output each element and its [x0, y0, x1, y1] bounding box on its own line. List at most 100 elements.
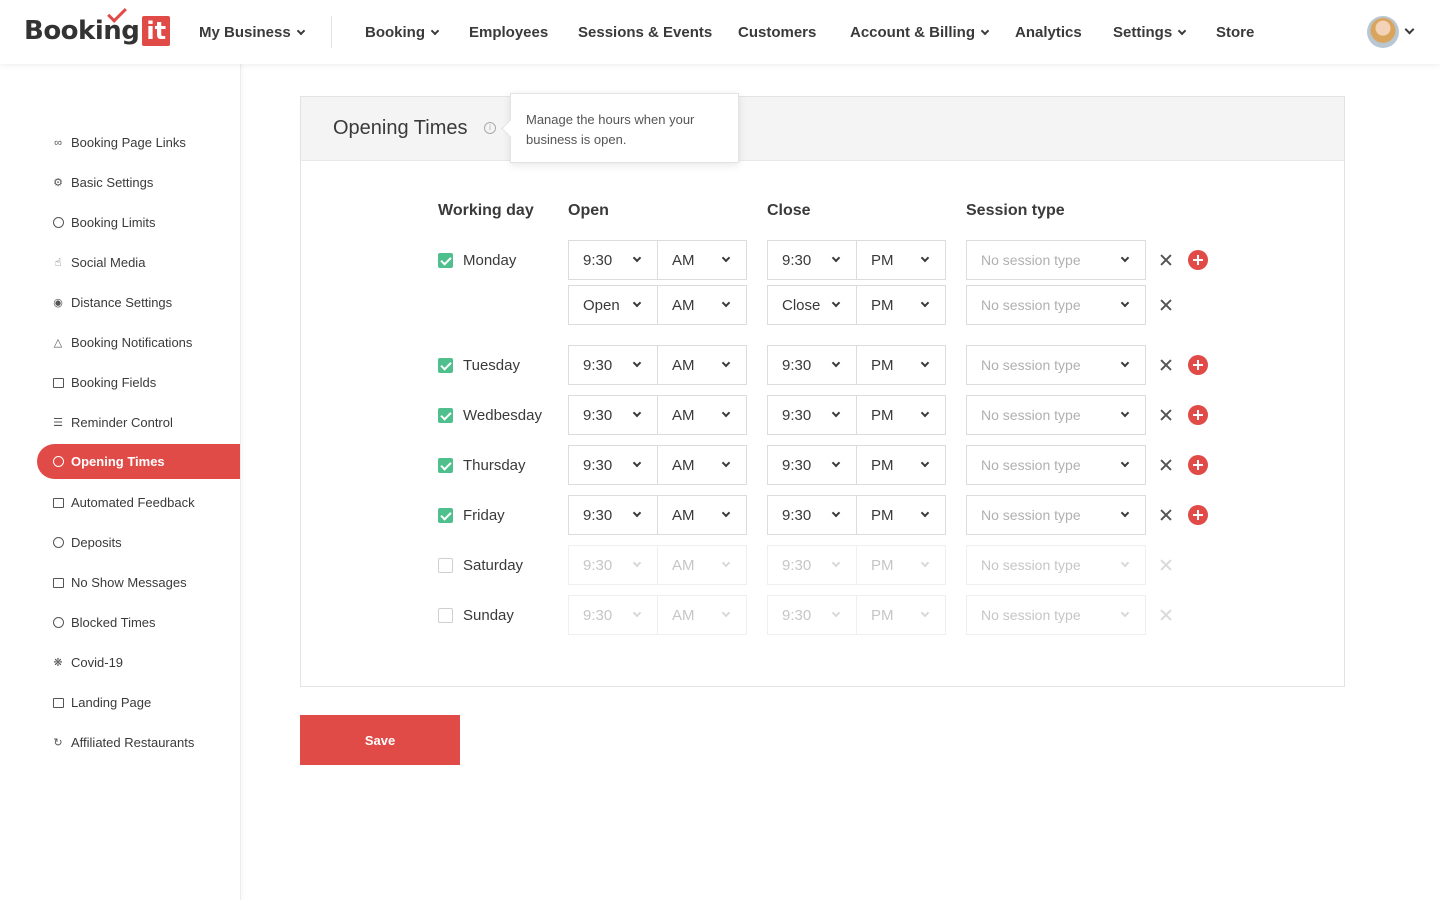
chevron-down-icon [831, 458, 841, 468]
nav-my-business[interactable]: My Business [199, 0, 305, 64]
wednesday-remove-icon[interactable] [1159, 408, 1173, 422]
thursday-open-time-select[interactable]: 9:30 [568, 445, 658, 485]
monday-extra-remove-icon[interactable] [1159, 298, 1173, 312]
sidebar-item-no-show-messages[interactable]: No Show Messages [37, 565, 240, 600]
monday-extra-open-ampm-select[interactable]: AM [657, 285, 747, 325]
thursday-checkbox[interactable] [438, 457, 453, 473]
sidebar-item-booking-page-links[interactable]: ∞ Booking Page Links [37, 125, 240, 160]
select-value: AM [672, 456, 695, 474]
select-value: 9:30 [782, 506, 812, 524]
thursday-add-icon[interactable] [1188, 455, 1208, 475]
tuesday-remove-icon[interactable] [1159, 358, 1173, 372]
nav-settings[interactable]: Settings [1113, 0, 1187, 64]
tooltip-text: Manage the hours when your business is o… [526, 112, 695, 147]
card-header: Opening Times i [301, 97, 1344, 161]
friday-open-ampm-select[interactable]: AM [657, 495, 747, 535]
sidebar-item-booking-limits[interactable]: Booking Limits [37, 205, 240, 240]
chevron-down-icon [721, 458, 731, 468]
alarm-icon [52, 217, 64, 229]
saturday-checkbox[interactable] [438, 557, 453, 573]
sidebar-item-reminder-control[interactable]: ☰ Reminder Control [37, 405, 240, 440]
thursday-open-ampm-select[interactable]: AM [657, 445, 747, 485]
chevron-down-icon [430, 26, 440, 35]
friday-close-ampm-select[interactable]: PM [856, 495, 946, 535]
sidebar-item-automated-feedback[interactable]: Automated Feedback [37, 485, 240, 520]
wednesday-close-ampm-select[interactable]: PM [856, 395, 946, 435]
monday-extra-close-ampm-select[interactable]: PM [856, 285, 946, 325]
thursday-close-time-select[interactable]: 9:30 [767, 445, 857, 485]
sidebar-item-deposits[interactable]: Deposits [37, 525, 240, 560]
monday-extra-open-time-select[interactable]: Open [568, 285, 658, 325]
thursday-session-type-select[interactable]: No session type [966, 445, 1146, 485]
tuesday-add-icon[interactable] [1188, 355, 1208, 375]
tuesday-session-type-select[interactable]: No session type [966, 345, 1146, 385]
wednesday-open-ampm-select[interactable]: AM [657, 395, 747, 435]
select-value: 9:30 [782, 456, 812, 474]
wednesday-open-time-select[interactable]: 9:30 [568, 395, 658, 435]
day-label: Sunday [463, 606, 514, 624]
bell-icon: △ [53, 336, 63, 349]
sidebar-item-affiliated-restaurants[interactable]: ↻ Affiliated Restaurants [37, 725, 240, 760]
friday-add-icon[interactable] [1188, 505, 1208, 525]
select-value: 9:30 [583, 606, 613, 624]
monday-remove-icon[interactable] [1159, 253, 1173, 267]
monday-close-ampm-select[interactable]: PM [856, 240, 946, 280]
friday-checkbox[interactable] [438, 507, 453, 523]
select-value: 9:30 [583, 356, 613, 374]
nav-store[interactable]: Store [1216, 0, 1254, 64]
tuesday-open-time-select[interactable]: 9:30 [568, 345, 658, 385]
sidebar-item-booking-fields[interactable]: Booking Fields [37, 365, 240, 400]
friday-remove-icon[interactable] [1159, 508, 1173, 522]
friday-close-time-select[interactable]: 9:30 [767, 495, 857, 535]
tuesday-checkbox[interactable] [438, 357, 453, 373]
friday-open-time-select[interactable]: 9:30 [568, 495, 658, 535]
sidebar-item-covid-19[interactable]: ❋ Covid-19 [37, 645, 240, 680]
sidebar-item-distance-settings[interactable]: ◉ Distance Settings [37, 285, 240, 320]
wednesday-close-time-select[interactable]: 9:30 [767, 395, 857, 435]
tuesday-open-ampm-select[interactable]: AM [657, 345, 747, 385]
saturday-session-type-select: No session type [966, 545, 1146, 585]
monday-open-ampm-select[interactable]: AM [657, 240, 747, 280]
sliders-icon: ☰ [53, 416, 63, 429]
monday-extra-close-time-select[interactable]: Close [767, 285, 857, 325]
chevron-down-icon [1120, 558, 1130, 568]
booking-it-logo[interactable]: Booking it [24, 3, 171, 48]
save-button[interactable]: Save [300, 715, 460, 765]
sidebar-item-basic-settings[interactable]: ⚙ Basic Settings [37, 165, 240, 200]
nav-employees[interactable]: Employees [469, 0, 548, 64]
sidebar-item-blocked-times[interactable]: Blocked Times [37, 605, 240, 640]
monday-close-time-select[interactable]: 9:30 [767, 240, 857, 280]
user-avatar[interactable] [1367, 16, 1399, 48]
wednesday-checkbox[interactable] [438, 407, 453, 423]
sidebar-item-social-media[interactable]: ☝ Social Media [37, 245, 240, 280]
monday-session-type-select[interactable]: No session type [966, 240, 1146, 280]
monday-open-time-select[interactable]: 9:30 [568, 240, 658, 280]
monday-extra-session-type-select[interactable]: No session type [966, 285, 1146, 325]
sunday-checkbox[interactable] [438, 607, 453, 623]
wednesday-session-type-select[interactable]: No session type [966, 395, 1146, 435]
thursday-remove-icon[interactable] [1159, 458, 1173, 472]
nav-booking[interactable]: Booking [365, 0, 440, 64]
sidebar-item-booking-notifications[interactable]: △ Booking Notifications [37, 325, 240, 360]
sidebar-item-landing-page[interactable]: Landing Page [37, 685, 240, 720]
tuesday-close-time-select[interactable]: 9:30 [767, 345, 857, 385]
chevron-down-icon [296, 26, 305, 35]
nav-sessions-events[interactable]: Sessions & Events [578, 0, 712, 64]
thursday-close-ampm-select[interactable]: PM [856, 445, 946, 485]
nav-customers[interactable]: Customers [738, 0, 816, 64]
tuesday-close-ampm-select[interactable]: PM [856, 345, 946, 385]
select-value: 9:30 [782, 556, 812, 574]
account-chevron-down-icon[interactable] [1404, 24, 1415, 35]
info-icon[interactable]: i [484, 122, 496, 134]
wednesday-add-icon[interactable] [1188, 405, 1208, 425]
monday-add-icon[interactable] [1188, 250, 1208, 270]
saturday-remove-icon [1159, 558, 1173, 572]
nav-analytics[interactable]: Analytics [1015, 0, 1082, 64]
sidebar-item-opening-times[interactable]: Opening Times [37, 444, 240, 479]
monday-checkbox[interactable] [438, 252, 453, 268]
link-icon: ∞ [54, 136, 62, 149]
friday-session-type-select[interactable]: No session type [966, 495, 1146, 535]
chevron-down-icon [831, 408, 841, 418]
nav-account-billing[interactable]: Account & Billing [850, 0, 990, 64]
day-row-thursday: Thursday [438, 445, 526, 485]
